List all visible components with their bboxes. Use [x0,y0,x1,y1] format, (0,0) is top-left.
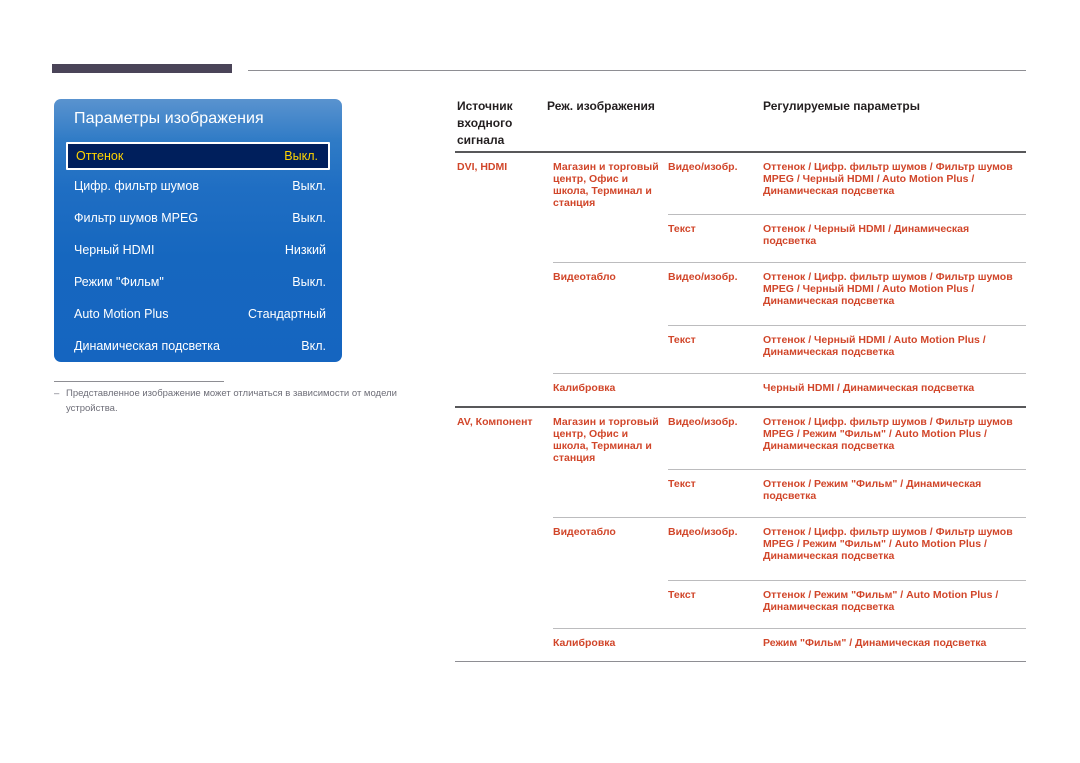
osd-item-label: Черный HDMI [74,243,155,257]
osd-item-label: Динамическая подсветка [74,339,220,353]
column-header-adjustable-params: Регулируемые параметры [763,99,921,113]
mode-separator-rule [553,372,1026,374]
osd-item-label: Auto Motion Plus [74,307,169,321]
table-source-group: AV, Компонент Магазин и торговый центр, О… [455,408,1026,662]
cell-picture-type: Видео/изобр. [668,271,738,284]
osd-menu-item[interactable]: Фильтр шумов MPEG Выкл. [54,202,342,234]
cell-adjustable-params: Оттенок / Черный HDMI / Динамическая под… [763,223,970,248]
footnote-text: Представленное изображение может отличат… [66,388,397,414]
table-header-row: Источник входного сигнала Реж. изображен… [455,98,1026,151]
cell-adjustable-params: Оттенок / Черный HDMI / Auto Motion Plus… [763,333,986,358]
cell-adjustable-params: Оттенок / Режим "Фильм" / Динамическая п… [763,478,982,503]
column-header-source: Источник входного сигнала [457,99,513,147]
cell-picture-type: Текст [668,223,696,236]
footnote: – Представленное изображение может отлич… [54,386,444,416]
osd-item-label: Фильтр шумов MPEG [74,211,199,225]
header-divider-line [248,70,1026,71]
cell-picture-type: Текст [668,478,696,491]
cell-picture-mode: Калибровка [553,381,616,394]
cell-picture-type: Видео/изобр. [668,160,738,173]
osd-item-label: Оттенок [76,149,124,163]
picture-type-separator-rule [668,469,1026,471]
cell-picture-type: Текст [668,333,696,346]
footnote-dash: – [54,388,60,399]
cell-source: DVI, HDMI [457,160,508,173]
table-source-group: DVI, HDMI Магазин и торговый центр, Офис … [455,153,1026,407]
picture-type-separator-rule [668,579,1026,581]
footnote-rule [54,381,224,382]
cell-picture-type: Видео/изобр. [668,526,738,539]
cell-adjustable-params: Оттенок / Режим "Фильм" / Auto Motion Pl… [763,588,999,613]
osd-menu-list: Оттенок Выкл. Цифр. фильтр шумов Выкл. Фильт… [54,142,342,362]
cell-picture-type: Текст [668,588,696,601]
osd-item-label: Цифр. фильтр шумов [74,179,199,193]
table-bottom-rule [455,661,1026,663]
osd-panel-title: Параметры изображения [74,110,264,127]
osd-item-value: Низкий [284,243,326,257]
osd-menu-item[interactable]: Черный HDMI Низкий [54,234,342,266]
osd-menu-item[interactable]: Auto Motion Plus Стандартный [54,298,342,330]
mode-separator-rule [553,627,1026,629]
osd-item-value: Вкл. [301,339,326,353]
header-accent-bar [52,64,232,73]
cell-picture-mode: Калибровка [553,636,616,649]
osd-menu-item[interactable]: Оттенок Выкл. [66,142,330,170]
cell-adjustable-params: Оттенок / Цифр. фильтр шумов / Фильтр шу… [763,160,1013,197]
osd-item-value: Выкл. [284,149,318,163]
osd-menu-item[interactable]: Динамическая подсветка Вкл. [54,330,342,362]
picture-type-separator-rule [668,214,1026,216]
mode-separator-rule [553,262,1026,264]
osd-item-value: Выкл. [292,179,326,193]
cell-picture-mode: Магазин и торговый центр, Офис и школа, … [553,415,659,464]
cell-picture-mode: Магазин и торговый центр, Офис и школа, … [553,160,659,209]
mode-separator-rule [553,517,1026,519]
osd-item-label: Режим "Фильм" [74,275,164,289]
cell-adjustable-params: Черный HDMI / Динамическая подсветка [763,381,975,394]
cell-picture-mode: Видеотабло [553,271,616,284]
adjustable-settings-table: Источник входного сигнала Реж. изображен… [455,98,1026,663]
cell-adjustable-params: Режим "Фильм" / Динамическая подсветка [763,636,987,649]
osd-item-value: Выкл. [292,211,326,225]
column-header-picture-mode: Реж. изображения [547,99,655,113]
osd-item-value: Выкл. [292,275,326,289]
cell-source: AV, Компонент [457,415,533,428]
cell-picture-type: Видео/изобр. [668,415,738,428]
cell-picture-mode: Видеотабло [553,526,616,539]
table-body: DVI, HDMI Магазин и торговый центр, Офис … [455,151,1026,663]
osd-item-value: Стандартный [248,307,326,321]
cell-adjustable-params: Оттенок / Цифр. фильтр шумов / Фильтр шу… [763,415,1013,452]
cell-adjustable-params: Оттенок / Цифр. фильтр шумов / Фильтр шу… [763,526,1013,563]
picture-type-separator-rule [668,324,1026,326]
osd-menu-item[interactable]: Цифр. фильтр шумов Выкл. [54,170,342,202]
osd-menu-item[interactable]: Режим "Фильм" Выкл. [54,266,342,298]
cell-adjustable-params: Оттенок / Цифр. фильтр шумов / Фильтр шу… [763,271,1013,308]
osd-menu-panel: Параметры изображения Оттенок Выкл. Цифр. … [54,99,342,362]
